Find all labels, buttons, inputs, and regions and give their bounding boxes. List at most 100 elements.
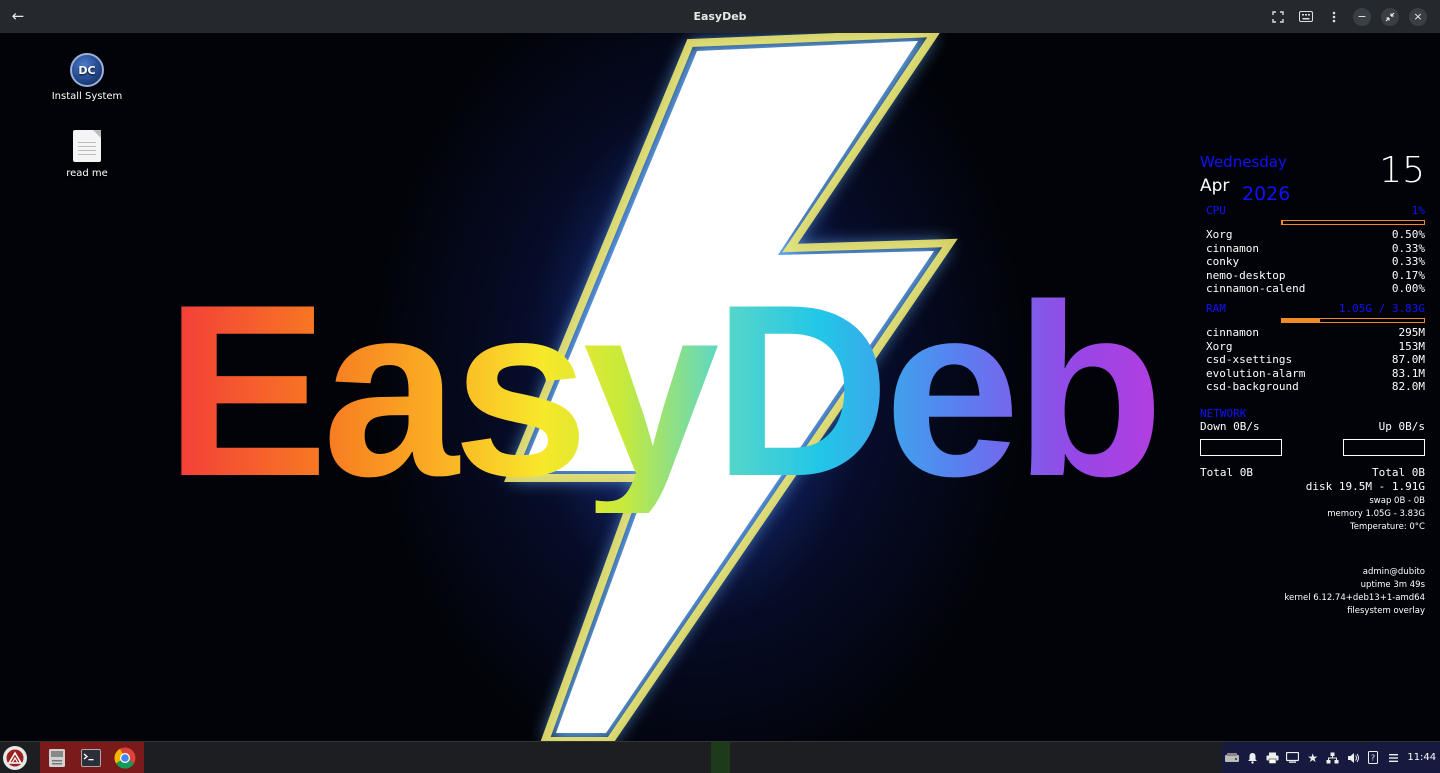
process-row: evolution-alarm 83.1M — [1206, 367, 1425, 381]
cpu-usage-fill — [1282, 221, 1283, 224]
printer-icon[interactable] — [1262, 742, 1282, 773]
chrome-launcher[interactable] — [112, 745, 138, 771]
back-arrow-icon[interactable]: ← — [8, 6, 28, 26]
process-value: 83.1M — [1392, 367, 1425, 381]
process-name: Xorg — [1206, 340, 1233, 354]
process-name: nemo-desktop — [1206, 269, 1285, 283]
kernel-version: kernel 6.12.74+deb13+1-amd64 — [1284, 593, 1425, 603]
process-row: csd-xsettings 87.0M — [1206, 353, 1425, 367]
chrome-icon — [114, 747, 136, 769]
restore-icon[interactable] — [1381, 8, 1399, 26]
conky-month: Apr — [1200, 176, 1229, 196]
removable-drive-icon[interactable] — [1222, 742, 1242, 773]
process-row: Xorg 153M — [1206, 340, 1425, 354]
notifications-bell-icon[interactable] — [1242, 742, 1262, 773]
start-menu-button[interactable] — [3, 746, 27, 770]
network-icon[interactable] — [1323, 742, 1343, 773]
terminal-launcher[interactable] — [78, 745, 104, 771]
file-manager-icon — [48, 748, 66, 768]
process-value: 295M — [1399, 326, 1426, 340]
process-name: csd-background — [1206, 380, 1299, 394]
desktop: EasyDeb DC Install System read me Wednes… — [0, 33, 1440, 741]
dc-installer-icon: DC — [70, 53, 104, 87]
download-graph — [1200, 439, 1282, 456]
network-total-down: Total 0B — [1200, 466, 1253, 480]
fullscreen-icon[interactable] — [1264, 0, 1292, 33]
cpu-header: CPU 1% — [1206, 204, 1425, 218]
process-row: cinnamon-calend 0.00% — [1206, 282, 1425, 296]
conky-date: 15 — [1379, 150, 1425, 191]
process-value: 153M — [1399, 340, 1426, 354]
filesystem-type: filesystem overlay — [1347, 606, 1425, 616]
process-name: csd-xsettings — [1206, 353, 1292, 367]
workspace-indicator[interactable] — [711, 742, 730, 773]
user-host: admin@dubito — [1363, 567, 1425, 577]
process-row: conky 0.33% — [1206, 255, 1425, 269]
network-totals: Total 0B Total 0B — [1200, 466, 1425, 480]
process-value: 0.17% — [1392, 269, 1425, 283]
taskbar: ★ ? 11:44 — [0, 741, 1440, 773]
ram-usage-bar — [1281, 318, 1425, 323]
temperature: Temperature: 0°C — [1350, 522, 1425, 532]
process-name: cinnamon-calend — [1206, 282, 1305, 296]
minimize-icon[interactable]: − — [1353, 8, 1371, 26]
favorites-star-icon[interactable]: ★ — [1303, 742, 1323, 773]
process-row: csd-background 82.0M — [1206, 380, 1425, 394]
desktop-icon-label: read me — [66, 168, 108, 179]
process-value: 82.0M — [1392, 380, 1425, 394]
ram-value: 1.05G / 3.83G — [1339, 302, 1425, 316]
network-label: NETWORK — [1200, 407, 1425, 421]
ram-label: RAM — [1206, 302, 1226, 316]
volume-icon[interactable] — [1343, 742, 1363, 773]
system-tray: ★ ? 11:44 — [1222, 742, 1440, 773]
process-row: cinnamon 295M — [1206, 326, 1425, 340]
file-manager-launcher[interactable] — [44, 745, 70, 771]
upload-graph — [1343, 439, 1425, 456]
network-down: Down 0B/s — [1200, 420, 1260, 434]
process-value: 0.33% — [1392, 255, 1425, 269]
process-value: 0.50% — [1392, 228, 1425, 242]
more-menu-icon[interactable] — [1320, 0, 1348, 33]
title-bar-controls: − × — [1264, 0, 1432, 33]
process-value: 87.0M — [1392, 353, 1425, 367]
process-name: Xorg — [1206, 228, 1233, 242]
install-system-desktop-icon[interactable]: DC Install System — [42, 53, 132, 102]
process-value: 0.33% — [1392, 242, 1425, 256]
network-up: Up 0B/s — [1379, 420, 1425, 434]
process-row: cinnamon0.33% — [1206, 242, 1425, 256]
easydeb-menu-icon — [6, 749, 24, 767]
process-value: 0.00% — [1392, 282, 1425, 296]
conky-day: Wednesday — [1200, 153, 1287, 171]
close-icon[interactable]: × — [1409, 8, 1427, 26]
document-icon — [73, 130, 101, 162]
title-bar: ← EasyDeb − × — [0, 0, 1440, 33]
display-icon[interactable] — [1282, 742, 1302, 773]
uptime: uptime 3m 49s — [1361, 580, 1425, 590]
svg-text:?: ? — [1371, 754, 1375, 763]
ram-usage-fill — [1282, 319, 1320, 322]
desktop-icon-label: Install System — [52, 91, 123, 102]
conky-year: 2026 — [1242, 183, 1290, 205]
network-speeds: Down 0B/s Up 0B/s — [1200, 420, 1425, 434]
process-row: Xorg 0.50% — [1206, 228, 1425, 242]
easydeb-logo-text: EasyDeb — [165, 268, 1158, 513]
terminal-icon — [81, 749, 101, 767]
taskbar-clock[interactable]: 11:44 — [1404, 752, 1440, 763]
process-name: conky — [1206, 255, 1239, 269]
swap-usage: swap 0B - 0B — [1369, 496, 1425, 506]
memory-usage: memory 1.05G - 3.83G — [1327, 509, 1425, 519]
cpu-label: CPU — [1206, 204, 1226, 218]
process-name: cinnamon — [1206, 326, 1259, 340]
process-name: evolution-alarm — [1206, 367, 1305, 381]
cpu-value: 1% — [1412, 204, 1425, 218]
network-total-up: Total 0B — [1372, 466, 1425, 480]
help-icon[interactable]: ? — [1363, 742, 1383, 773]
ram-header: RAM 1.05G / 3.83G — [1206, 302, 1425, 316]
disk-usage: disk 19.5M - 1.91G — [1206, 480, 1425, 494]
keyboard-icon[interactable] — [1292, 0, 1320, 33]
window-title: EasyDeb — [0, 0, 1440, 33]
read-me-desktop-icon[interactable]: read me — [42, 130, 132, 179]
cpu-usage-bar — [1281, 220, 1425, 225]
menu-lines-icon[interactable] — [1383, 742, 1403, 773]
panel-launchers — [40, 742, 144, 773]
